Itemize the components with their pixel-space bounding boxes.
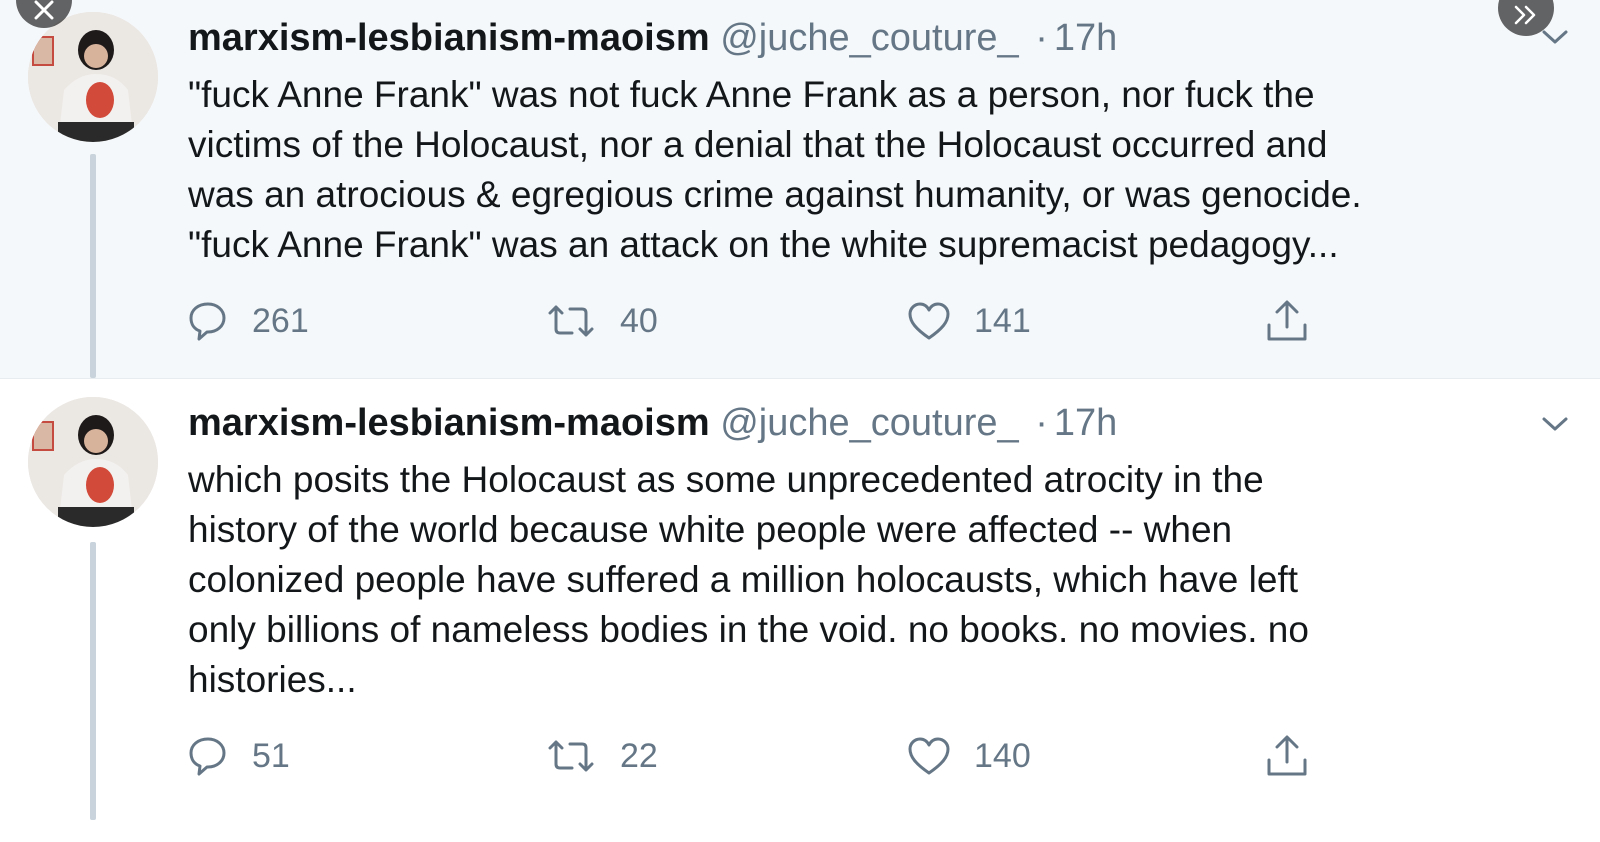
author-handle[interactable]: @juche_couture_ xyxy=(720,17,1018,59)
share-button[interactable] xyxy=(1264,731,1310,781)
thread-line xyxy=(90,542,96,820)
heart-icon xyxy=(908,737,950,775)
tweet-header: marxism-lesbianism-maoism @juche_couture… xyxy=(188,16,1117,60)
reply-button[interactable]: 261 xyxy=(186,296,309,346)
reply-count: 51 xyxy=(252,736,290,775)
avatar[interactable] xyxy=(28,397,158,527)
retweet-count: 22 xyxy=(620,736,658,775)
tweet-actions: 261 40 141 xyxy=(186,296,1336,346)
double-chevron-right-icon xyxy=(1514,5,1536,25)
retweet-count: 40 xyxy=(620,301,658,340)
avatar-photo xyxy=(28,397,158,527)
reply-button[interactable]: 51 xyxy=(186,731,290,781)
share-icon xyxy=(1267,300,1307,341)
share-button[interactable] xyxy=(1264,296,1310,346)
separator: · xyxy=(1035,17,1048,59)
more-options-button[interactable] xyxy=(1538,407,1572,441)
share-icon xyxy=(1267,735,1307,776)
tweet-text: "fuck Anne Frank" was not fuck Anne Fran… xyxy=(188,74,1362,265)
like-button[interactable]: 141 xyxy=(906,296,1031,346)
like-count: 141 xyxy=(974,301,1031,340)
heart-icon xyxy=(908,302,950,340)
tweet-actions: 51 22 140 xyxy=(186,731,1336,781)
author-name[interactable]: marxism-lesbianism-maoism xyxy=(188,17,710,59)
timestamp[interactable]: 17h xyxy=(1054,402,1117,444)
author-handle[interactable]: @juche_couture_ xyxy=(720,402,1018,444)
chevron-down-icon xyxy=(1542,30,1568,44)
avatar[interactable] xyxy=(28,12,158,142)
tweet-1[interactable]: marxism-lesbianism-maoism @juche_couture… xyxy=(0,0,1600,378)
timestamp[interactable]: 17h xyxy=(1054,17,1117,59)
close-icon xyxy=(34,0,54,20)
reply-count: 261 xyxy=(252,301,309,340)
avatar-photo xyxy=(28,12,158,142)
retweet-icon xyxy=(548,740,594,772)
retweet-icon xyxy=(548,305,594,337)
thread-line xyxy=(90,154,96,378)
retweet-button[interactable]: 22 xyxy=(544,731,658,781)
reply-icon xyxy=(189,302,226,341)
author-name[interactable]: marxism-lesbianism-maoism xyxy=(188,402,710,444)
tweet-text: which posits the Holocaust as some unpre… xyxy=(188,459,1309,700)
like-count: 140 xyxy=(974,736,1031,775)
retweet-button[interactable]: 40 xyxy=(544,296,658,346)
reply-icon xyxy=(189,737,226,776)
like-button[interactable]: 140 xyxy=(906,731,1031,781)
tweet-header: marxism-lesbianism-maoism @juche_couture… xyxy=(188,401,1117,445)
chevron-down-icon xyxy=(1542,417,1568,431)
separator: · xyxy=(1035,402,1048,444)
tweet-2[interactable]: marxism-lesbianism-maoism @juche_couture… xyxy=(0,378,1600,842)
